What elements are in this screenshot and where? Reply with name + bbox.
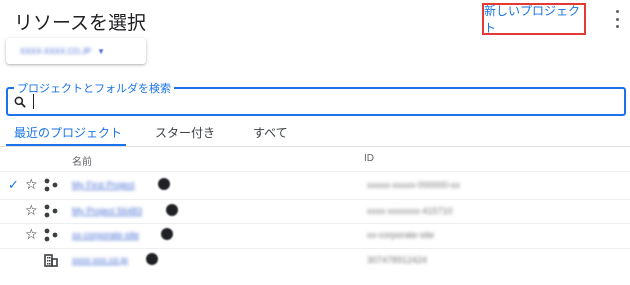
project-icon xyxy=(44,228,58,242)
active-tab-indicator xyxy=(6,144,126,146)
more-options-button[interactable] xyxy=(611,10,623,28)
organization-name-link[interactable]: xxxx-xxx.co.jp xyxy=(72,255,128,265)
project-name-link[interactable]: My First Project xyxy=(72,180,135,190)
column-header-name: 名前 xyxy=(72,157,92,168)
more-vert-icon xyxy=(615,10,619,13)
organization-icon xyxy=(44,254,58,267)
table-row[interactable]: ✓ ☆ My First Project xxxxx-xxxxx-000000-… xyxy=(0,173,630,199)
organization-id: 307478912424 xyxy=(367,255,428,265)
project-id: xxxxx-xxxxx-000000-xx xyxy=(367,180,461,190)
shared-badge xyxy=(158,178,170,190)
tab-all[interactable]: すべて xyxy=(253,124,288,141)
organization-name: XXXX-XXXX.CO.JP xyxy=(20,46,92,56)
project-id: xxxx-xxxxxxx-415710 xyxy=(367,206,453,216)
tab-starred[interactable]: スター付き xyxy=(155,124,215,141)
table-row[interactable]: ☆ My Project 56483 xxxx-xxxxxxx-415710 xyxy=(0,199,630,225)
star-outline-icon[interactable]: ☆ xyxy=(25,226,38,243)
dialog-title: リソースを選択 xyxy=(14,13,147,34)
table-row[interactable]: ☆ xx-corporate-site xx-corporate-site xyxy=(0,223,630,249)
text-cursor xyxy=(33,94,34,109)
tab-recent-projects[interactable]: 最近のプロジェクト xyxy=(14,124,122,141)
row-divider xyxy=(0,171,630,172)
organization-selector[interactable]: XXXX-XXXX.CO.JP ▼ xyxy=(6,38,146,64)
more-vert-dot xyxy=(615,17,619,21)
column-header-id: ID xyxy=(364,153,374,164)
star-outline-icon[interactable]: ☆ xyxy=(25,202,38,219)
star-outline-icon[interactable]: ☆ xyxy=(25,176,38,193)
project-name-link[interactable]: xx-corporate-site xyxy=(72,230,139,240)
search-input[interactable] xyxy=(32,92,612,111)
new-project-button[interactable]: 新しいプロジェクト xyxy=(482,3,586,35)
shared-badge xyxy=(161,228,173,240)
search-icon xyxy=(14,96,26,108)
table-row[interactable]: xxxx-xxx.co.jp 307478912424 xyxy=(0,248,630,274)
chevron-down-icon: ▼ xyxy=(97,46,106,56)
project-name-link[interactable]: My Project 56483 xyxy=(72,206,142,216)
more-vert-dot xyxy=(615,25,619,28)
project-icon xyxy=(44,204,58,218)
shared-badge xyxy=(146,253,158,265)
checkmark-icon: ✓ xyxy=(8,177,19,192)
project-icon xyxy=(44,178,58,192)
shared-badge xyxy=(166,204,178,216)
project-id: xx-corporate-site xyxy=(367,230,435,240)
search-field[interactable]: プロジェクトとフォルダを検索 xyxy=(6,80,626,116)
